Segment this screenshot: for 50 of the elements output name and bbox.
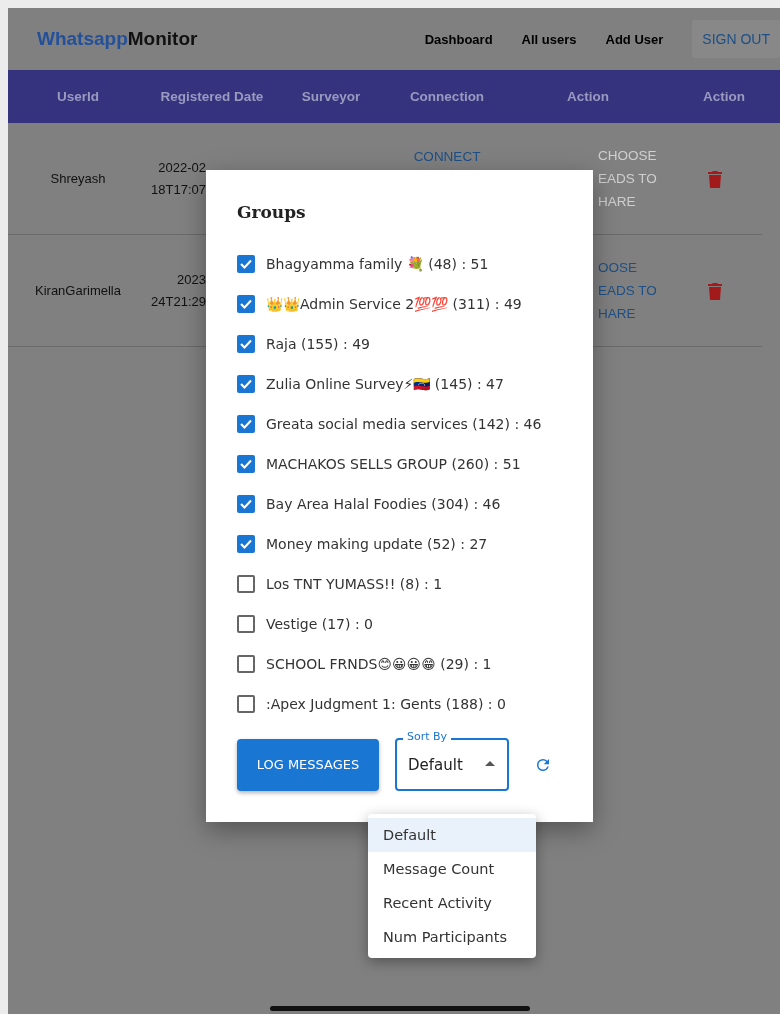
group-label: Los TNT YUMASS!! (8) : 1	[266, 575, 444, 594]
checkbox[interactable]	[237, 655, 255, 673]
column-header: Action	[702, 89, 746, 104]
group-label: Raja (155) : 49	[266, 335, 371, 354]
sign-out-button[interactable]: SIGN OUT	[692, 20, 780, 58]
checkbox[interactable]	[237, 415, 255, 433]
checkbox[interactable]	[237, 455, 255, 473]
group-label: Bay Area Halal Foodies (304) : 46	[266, 495, 502, 514]
checkbox[interactable]	[237, 615, 255, 633]
menu-item[interactable]: Message Count	[368, 852, 536, 886]
checkbox[interactable]	[237, 535, 255, 553]
column-header: Connection	[408, 89, 486, 104]
group-label: SCHOOL FRNDS😊😀😀😁 (29) : 1	[266, 655, 493, 674]
group-label: Zulia Online Survey⚡🇻🇪 (145) : 47	[266, 375, 505, 394]
sort-label: Sort By	[403, 730, 452, 744]
group-label: Vestige (17) : 0	[266, 615, 374, 634]
group-label: Greata social media services (142) : 46	[266, 415, 543, 434]
menu-item[interactable]: Recent Activity	[368, 886, 536, 920]
column-header: UserId	[56, 89, 100, 104]
checkbox[interactable]	[237, 495, 255, 513]
date-text: 18T17:07	[151, 180, 206, 199]
group-label: Money making update (52) : 27	[266, 535, 489, 554]
checkbox[interactable]	[237, 695, 255, 713]
nav-link[interactable]: Dashboard	[424, 31, 493, 47]
menu-item[interactable]: Num Participants	[368, 920, 536, 954]
table-cell-text: KiranGarimella	[34, 283, 122, 298]
checkbox[interactable]	[237, 255, 255, 273]
table-cell-text: Shreyash	[49, 171, 107, 186]
nav-link[interactable]: All users	[521, 31, 577, 47]
column-header: Registered Date	[159, 89, 265, 104]
group-label: Bhagyamma family 💐 (48) : 51	[266, 255, 490, 274]
caret-icon	[485, 761, 495, 766]
date-text: 2023	[177, 270, 206, 289]
app-logo: WhatsappMonitor	[37, 28, 199, 50]
nav-link[interactable]: Add User	[605, 31, 664, 47]
column-header: Action	[566, 89, 610, 104]
checkbox[interactable]	[237, 335, 255, 353]
date-text: 2022-02	[158, 158, 206, 177]
group-label: MACHAKOS SELLS GROUP (260) : 51	[266, 455, 522, 474]
checkbox[interactable]	[237, 375, 255, 393]
group-label: :Apex Judgment 1: Gents (188) : 0	[266, 695, 507, 714]
column-header: Surveyor	[300, 89, 362, 104]
menu-item[interactable]: Default	[368, 818, 536, 852]
date-text: 24T21:29	[151, 292, 206, 311]
checkbox[interactable]	[237, 575, 255, 593]
dialog-title: Groups	[237, 202, 307, 222]
select-value: Default	[408, 755, 463, 774]
checkbox[interactable]	[237, 295, 255, 313]
group-label: 👑👑Admin Service 2💯💯 (311) : 49	[266, 295, 523, 314]
log-messages-button[interactable]: LOG MESSAGES	[237, 738, 379, 791]
